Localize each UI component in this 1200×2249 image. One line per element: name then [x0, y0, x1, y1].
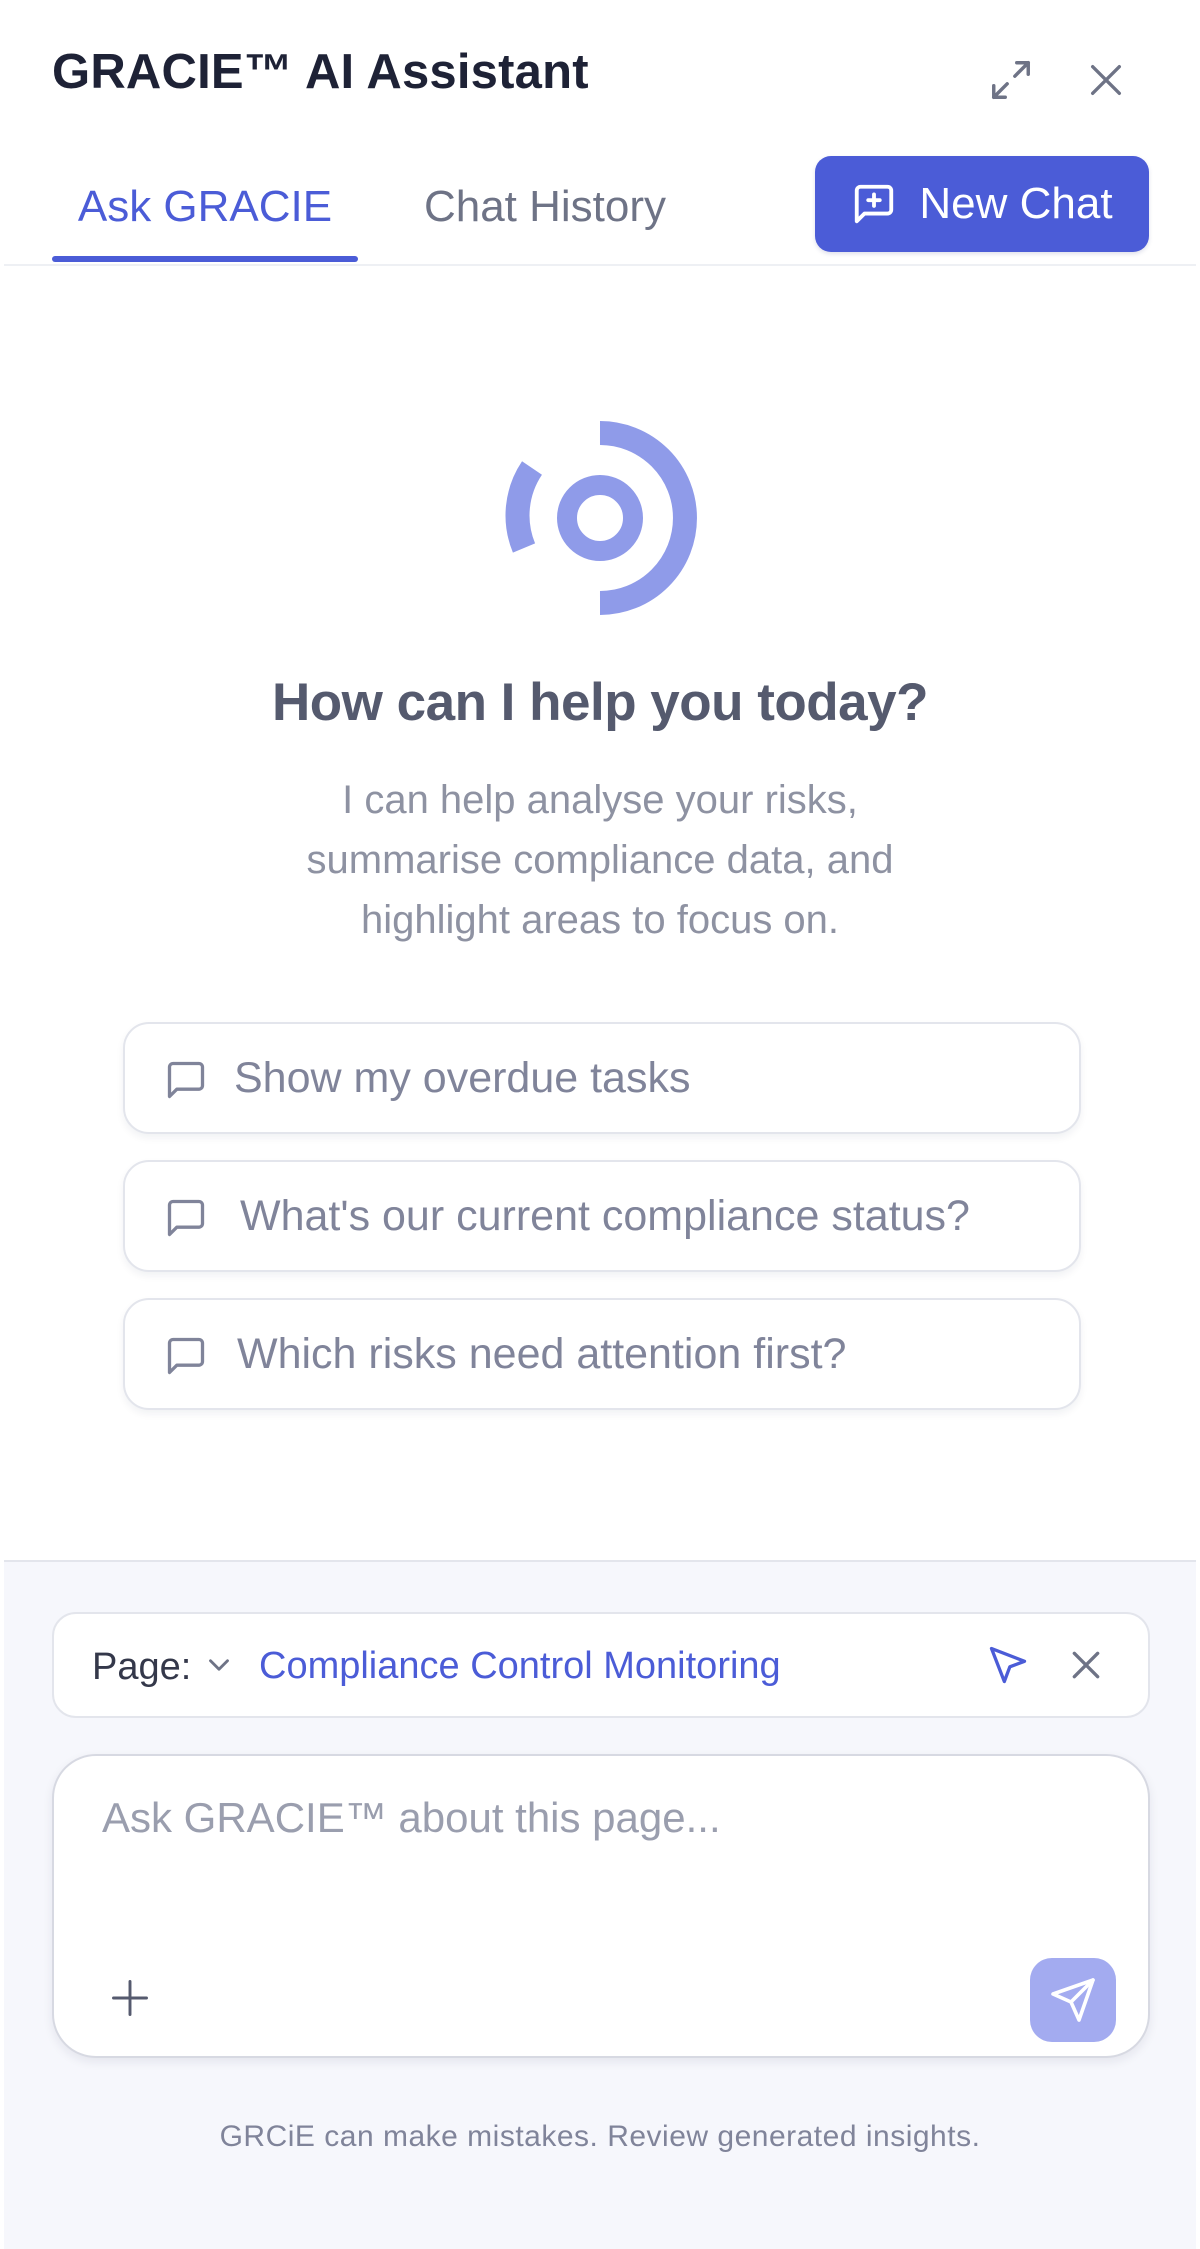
message-square-icon	[167, 1061, 205, 1099]
send-button[interactable]	[1030, 1958, 1116, 2042]
welcome-subtext: I can help analyse your risks, summarise…	[306, 778, 894, 942]
suggestion-overdue-tasks[interactable]: Show my overdue tasks	[123, 1022, 1081, 1134]
suggestion-label: Which risks need attention first?	[237, 1329, 847, 1378]
message-composer	[52, 1754, 1150, 2058]
new-chat-label: New Chat	[919, 179, 1113, 228]
disclaimer-text: GRCiE can make mistakes. Review generate…	[219, 2120, 981, 2153]
message-square-icon	[167, 1199, 205, 1237]
suggestion-label: What's our current compliance status?	[240, 1191, 970, 1240]
gracie-logo-icon	[505, 421, 697, 615]
close-icon	[1091, 65, 1121, 96]
suggestion-compliance-status[interactable]: What's our current compliance status?	[123, 1160, 1081, 1272]
assistant-panel: GRACIE™ AI Assistant Ask GRACIE Chat His…	[0, 0, 1200, 2249]
expand-icon	[992, 61, 1030, 99]
tab-chat-history[interactable]: Chat History	[400, 182, 690, 260]
message-plus-icon	[851, 181, 897, 227]
welcome-headline: How can I help you today?	[272, 673, 928, 732]
plus-icon[interactable]	[108, 1976, 152, 2020]
tabs-divider	[4, 264, 1196, 266]
new-chat-button[interactable]: New Chat	[815, 156, 1149, 252]
send-icon	[1051, 1978, 1095, 2022]
message-input[interactable]	[100, 1792, 1104, 1916]
cursor-pointer-icon[interactable]	[986, 1643, 1030, 1687]
active-tab-indicator	[52, 256, 358, 262]
suggestion-label: Show my overdue tasks	[234, 1053, 691, 1102]
expand-button[interactable]	[983, 52, 1039, 108]
message-square-icon	[167, 1337, 205, 1375]
panel-title: GRACIE™ AI Assistant	[52, 45, 589, 99]
close-button[interactable]	[1078, 52, 1134, 108]
remove-context-icon[interactable]	[1066, 1645, 1106, 1685]
suggestion-risks-attention[interactable]: Which risks need attention first?	[123, 1298, 1081, 1410]
tab-ask-gracie[interactable]: Ask GRACIE	[52, 182, 358, 260]
page-context-chip: Page: Compliance Control Monitoring	[52, 1612, 1150, 1718]
page-context-label: Page:	[92, 1646, 192, 1688]
page-context-value[interactable]: Compliance Control Monitoring	[259, 1645, 781, 1688]
chevron-down-icon[interactable]	[202, 1648, 236, 1682]
